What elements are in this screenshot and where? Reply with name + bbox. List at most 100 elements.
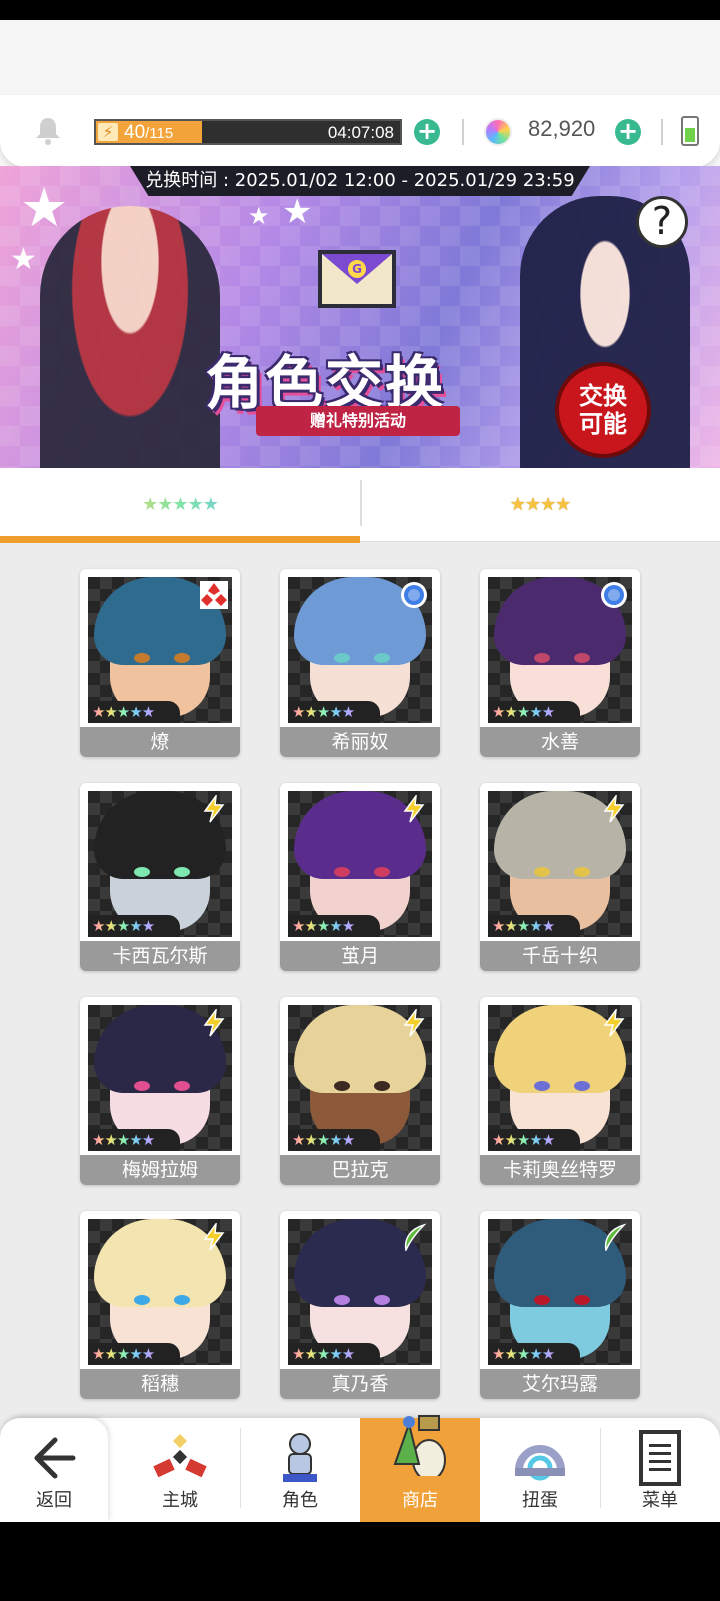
system-navigation-strip: [0, 1522, 720, 1601]
character-card[interactable]: ★★★★★ 艾尔玛露: [480, 1211, 640, 1399]
stamina-timer: 04:07:08: [327, 123, 394, 142]
rarity-stars: ★★★★★: [88, 701, 180, 723]
nav-back[interactable]: 返回: [0, 1418, 108, 1522]
star-icon: ★: [282, 192, 313, 232]
tab-four-star[interactable]: ★★★★: [360, 468, 720, 542]
character-portrait: ★★★★★: [488, 1219, 632, 1365]
lightning-icon: [603, 1009, 625, 1037]
rarity-stars-text: ★★★★★: [492, 917, 555, 935]
rarity-stars: ★★★★★: [488, 701, 580, 723]
character-name: 卡莉奥丝特罗: [480, 1155, 640, 1185]
lightning-icon: ⚡: [98, 123, 118, 141]
envelope-icon: G: [318, 250, 396, 308]
nav-label: 返回: [36, 1490, 72, 1511]
character-name: 梅姆拉姆: [80, 1155, 240, 1185]
add-gems-button[interactable]: +: [615, 119, 641, 145]
character-name: 稻穗: [80, 1369, 240, 1399]
water-circle-icon: [601, 582, 627, 608]
rarity-stars-text: ★★★★★: [492, 1345, 555, 1363]
character-portrait: ★★★★★: [488, 791, 632, 937]
stamina-max: /115: [145, 125, 174, 142]
lightning-icon: [403, 1009, 425, 1037]
active-tab-indicator: [0, 536, 360, 543]
rarity-stars: ★★★★★: [288, 1343, 380, 1365]
banner-subtitle: 赠礼特别活动: [256, 406, 460, 436]
nav-label: 商店: [402, 1490, 438, 1511]
rarity-stars-text: ★★★★★: [492, 703, 555, 721]
bottom-navigation: 返回 主城 角色 商店 扭蛋 菜单: [0, 1415, 720, 1522]
rarity-stars-text: ★★★★★: [92, 1131, 155, 1149]
badge-line-2: 可能: [579, 410, 627, 438]
rarity-stars: ★★★★★: [288, 1129, 380, 1151]
nav-shop[interactable]: 商店: [360, 1415, 480, 1522]
nav-menu[interactable]: 菜单: [600, 1418, 720, 1522]
lightning-icon: [603, 795, 625, 823]
rarity-stars: ★★★★★: [488, 915, 580, 937]
rarity-stars-text: ★★★★★: [92, 917, 155, 935]
rarity-stars-text: ★★★★★: [92, 703, 155, 721]
character-grid: ★★★★★ 燎 ★★★★★ 希丽奴 ★★★★★ 水善 ★★★★★ 卡西瓦尔斯 ★★★★★ 茧月 ★★…: [0, 543, 720, 1423]
resource-bar: ⚡ 40/115 04:07:08 + 82,920 +: [0, 95, 720, 167]
character-card[interactable]: ★★★★★ 稻穗: [80, 1211, 240, 1399]
character-card[interactable]: ★★★★★ 希丽奴: [280, 569, 440, 757]
nav-label: 扭蛋: [522, 1490, 558, 1511]
rarity-stars-text: ★★★★★: [292, 917, 355, 935]
character-name: 巴拉克: [280, 1155, 440, 1185]
character-name: 艾尔玛露: [480, 1369, 640, 1399]
character-portrait: ★★★★★: [488, 1005, 632, 1151]
character-card[interactable]: ★★★★★ 梅姆拉姆: [80, 997, 240, 1185]
gem-count: 82,920: [528, 116, 596, 141]
character-card[interactable]: ★★★★★ 卡莉奥丝特罗: [480, 997, 640, 1185]
nav-character[interactable]: 角色: [240, 1418, 360, 1522]
character-portrait: ★★★★★: [88, 577, 232, 723]
character-name: 茧月: [280, 941, 440, 971]
nav-castle[interactable]: 主城: [120, 1418, 240, 1522]
tab-label: ★★★★★: [0, 494, 360, 515]
character-card[interactable]: ★★★★★ 巴拉克: [280, 997, 440, 1185]
bell-icon[interactable]: [34, 116, 62, 146]
character-card[interactable]: ★★★★★ 真乃香: [280, 1211, 440, 1399]
event-banner[interactable]: 兑换时间 : 2025.01/02 12:00 - 2025.01/29 23:…: [0, 166, 720, 468]
rarity-stars: ★★★★★: [88, 915, 180, 937]
character-portrait: ★★★★★: [288, 577, 432, 723]
rarity-stars: ★★★★★: [488, 1343, 580, 1365]
castle-icon: [153, 1433, 207, 1478]
character-portrait: ★★★★★: [88, 791, 232, 937]
character-card[interactable]: ★★★★★ 茧月: [280, 783, 440, 971]
character-card[interactable]: ★★★★★ 千岳十织: [480, 783, 640, 971]
lightning-icon: [403, 795, 425, 823]
character-portrait: ★★★★★: [88, 1005, 232, 1151]
gacha-icon: [515, 1445, 565, 1481]
character-card[interactable]: ★★★★★ 燎: [80, 569, 240, 757]
system-status-strip: [0, 0, 720, 20]
badge-line-1: 交换: [579, 382, 627, 410]
divider: [462, 119, 464, 145]
battery-icon: [681, 116, 699, 146]
back-arrow-icon: [34, 1437, 76, 1479]
character-name: 千岳十织: [480, 941, 640, 971]
character-portrait: ★★★★★: [288, 1219, 432, 1365]
tab-five-star[interactable]: ★★★★★: [0, 468, 360, 543]
water-circle-icon: [401, 582, 427, 608]
stamina-bar: ⚡ 40/115 04:07:08: [94, 119, 402, 145]
help-button[interactable]: ?: [636, 196, 688, 248]
stamina-value: 40/115: [124, 122, 173, 144]
shop-icon: [393, 1415, 446, 1476]
character-card[interactable]: ★★★★★ 水善: [480, 569, 640, 757]
character-portrait: ★★★★★: [288, 791, 432, 937]
character-name: 燎: [80, 727, 240, 757]
rarity-stars-text: ★★★★★: [92, 1345, 155, 1363]
rarity-stars: ★★★★★: [488, 1129, 580, 1151]
star-icon: ★: [20, 176, 69, 239]
add-stamina-button[interactable]: +: [414, 119, 440, 145]
rarity-stars: ★★★★★: [288, 701, 380, 723]
rarity-stars: ★★★★★: [288, 915, 380, 937]
rarity-stars-text: ★★★★★: [492, 1131, 555, 1149]
character-card[interactable]: ★★★★★ 卡西瓦尔斯: [80, 783, 240, 971]
rarity-tabs: ★★★★★ ★★★★: [0, 468, 720, 543]
banner-character-left: [40, 206, 220, 468]
character-name: 水善: [480, 727, 640, 757]
rarity-stars-text: ★★★★★: [292, 1131, 355, 1149]
nav-gacha[interactable]: 扭蛋: [480, 1418, 600, 1522]
lightning-icon: [203, 1009, 225, 1037]
